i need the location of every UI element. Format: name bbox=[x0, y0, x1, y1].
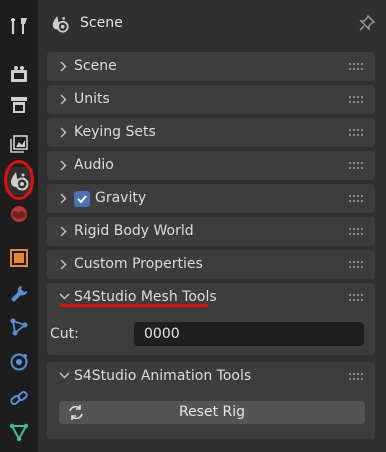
gravity-checkbox[interactable] bbox=[74, 191, 90, 207]
constraints-tab[interactable] bbox=[5, 384, 33, 412]
object-icon bbox=[10, 249, 28, 267]
checkmark-icon bbox=[77, 195, 87, 204]
output-tab[interactable] bbox=[5, 91, 33, 119]
panel-audio[interactable]: Audio bbox=[47, 151, 375, 180]
mesh-tools-header[interactable]: S4Studio Mesh Tools bbox=[47, 283, 375, 312]
world-tab[interactable] bbox=[5, 200, 33, 228]
tool-tab[interactable] bbox=[5, 12, 33, 40]
panel-rigid-body-world[interactable]: Rigid Body World bbox=[47, 217, 375, 246]
panel-units[interactable]: Units bbox=[47, 85, 375, 114]
panel-label: Rigid Body World bbox=[74, 223, 194, 239]
highlight-underline bbox=[60, 304, 208, 307]
render-icon bbox=[11, 66, 27, 82]
drag-handle-icon[interactable] bbox=[349, 96, 365, 103]
chevron-right-icon bbox=[60, 226, 67, 237]
panel-label: Scene bbox=[74, 58, 117, 74]
data-tab[interactable] bbox=[5, 418, 33, 446]
chevron-down-icon bbox=[59, 293, 70, 300]
drag-handle-icon[interactable] bbox=[349, 294, 365, 301]
panel-label: S4Studio Animation Tools bbox=[74, 368, 252, 384]
data-icon bbox=[9, 423, 29, 442]
panel-keying-sets[interactable]: Keying Sets bbox=[47, 118, 375, 147]
tool-icon bbox=[11, 18, 27, 34]
view-layer-icon bbox=[10, 135, 28, 153]
constraints-icon bbox=[10, 391, 28, 405]
panel-label: Audio bbox=[74, 157, 114, 173]
chevron-right-icon bbox=[60, 259, 67, 270]
properties-tab-bar bbox=[0, 0, 38, 452]
reset-rig-label: Reset Rig bbox=[178, 404, 246, 420]
pin-icon[interactable] bbox=[358, 14, 376, 36]
modifier-icon bbox=[11, 286, 27, 302]
panel-label: Custom Properties bbox=[74, 256, 203, 272]
particles-icon bbox=[10, 318, 28, 336]
chevron-right-icon bbox=[60, 94, 67, 105]
chevron-down-icon bbox=[59, 372, 70, 379]
panel-custom-properties[interactable]: Custom Properties bbox=[47, 250, 375, 279]
panel-label: Keying Sets bbox=[74, 124, 156, 140]
drag-handle-icon[interactable] bbox=[349, 228, 365, 235]
object-tab[interactable] bbox=[5, 244, 33, 272]
properties-header: Scene bbox=[38, 0, 386, 48]
modifier-tab[interactable] bbox=[5, 280, 33, 308]
particles-tab[interactable] bbox=[5, 313, 33, 341]
scene-icon bbox=[50, 14, 70, 38]
drag-handle-icon[interactable] bbox=[349, 162, 365, 169]
panel-label: S4Studio Mesh Tools bbox=[74, 289, 217, 305]
panel-label: Units bbox=[74, 91, 110, 107]
drag-handle-icon[interactable] bbox=[349, 129, 365, 136]
output-icon bbox=[11, 97, 27, 113]
panel-scene[interactable]: Scene bbox=[47, 52, 375, 81]
cut-field[interactable]: 0000 bbox=[134, 322, 364, 346]
header-title: Scene bbox=[80, 15, 123, 31]
drag-handle-icon[interactable] bbox=[349, 63, 365, 70]
chevron-right-icon bbox=[60, 61, 67, 72]
cut-label: Cut: bbox=[50, 326, 79, 342]
panel-label: Gravity bbox=[95, 190, 147, 206]
chevron-right-icon bbox=[60, 127, 67, 138]
animation-tools-header[interactable]: S4Studio Animation Tools bbox=[47, 362, 375, 391]
panel-gravity[interactable]: Gravity bbox=[47, 184, 375, 213]
drag-handle-icon[interactable] bbox=[349, 261, 365, 268]
chevron-right-icon bbox=[60, 160, 67, 171]
view-layer-tab[interactable] bbox=[5, 130, 33, 158]
reset-rig-button[interactable]: Reset Rig bbox=[59, 401, 365, 424]
cut-value: 0000 bbox=[144, 326, 180, 342]
world-icon bbox=[11, 206, 27, 222]
physics-icon bbox=[10, 353, 28, 371]
properties-editor: Scene Scene Units Keying Sets Audio Grav… bbox=[38, 0, 386, 452]
chevron-right-icon bbox=[60, 193, 67, 204]
render-tab[interactable] bbox=[5, 60, 33, 88]
drag-handle-icon[interactable] bbox=[349, 373, 365, 380]
drag-handle-icon[interactable] bbox=[349, 195, 365, 202]
highlight-circle bbox=[4, 160, 34, 200]
physics-tab[interactable] bbox=[5, 348, 33, 376]
